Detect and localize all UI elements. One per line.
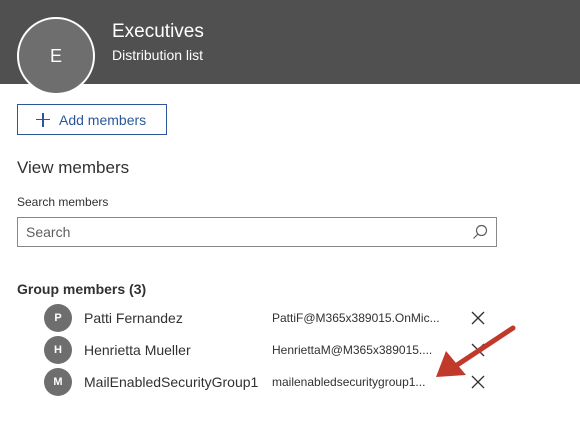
plus-icon — [36, 112, 50, 127]
view-members-heading: View members — [17, 158, 130, 177]
avatar-initial: M — [53, 376, 63, 388]
search-members-label: Search members — [17, 195, 109, 209]
member-email: mailenabledsecuritygroup1... — [272, 375, 426, 389]
member-email: HenriettaM@M365x389015.... — [272, 343, 433, 357]
header-banner: E Executives Distribution list — [0, 0, 580, 95]
member-name: Henrietta Mueller — [84, 342, 191, 358]
page-subtitle: Distribution list — [112, 47, 204, 63]
member-name: Patti Fernandez — [84, 310, 183, 326]
page-title: Executives — [112, 21, 204, 42]
avatar: H — [44, 336, 72, 364]
avatar: P — [44, 304, 72, 332]
close-icon[interactable] — [471, 343, 485, 357]
add-members-label: Add members — [59, 111, 147, 128]
avatar: M — [44, 368, 72, 396]
search-box[interactable] — [17, 217, 497, 247]
close-icon[interactable] — [471, 375, 485, 389]
search-icon[interactable] — [472, 224, 488, 240]
member-name: MailEnabledSecurityGroup1 — [84, 374, 259, 390]
add-members-button[interactable]: Add members — [17, 104, 167, 135]
avatar-initial: P — [54, 312, 62, 324]
group-members-heading: Group members (3) — [17, 281, 147, 297]
group-avatar-initial: E — [49, 45, 62, 66]
member-row: M MailEnabledSecurityGroup1 mailenableds… — [44, 368, 494, 396]
member-row: H Henrietta Mueller HenriettaM@M365x3890… — [44, 336, 494, 364]
search-input[interactable] — [18, 218, 458, 246]
member-email: PattiF@M365x389015.OnMic... — [272, 311, 440, 325]
member-row: P Patti Fernandez PattiF@M365x389015.OnM… — [44, 304, 494, 332]
close-icon[interactable] — [471, 311, 485, 325]
avatar-initial: H — [54, 344, 62, 356]
group-avatar: E — [17, 17, 95, 95]
